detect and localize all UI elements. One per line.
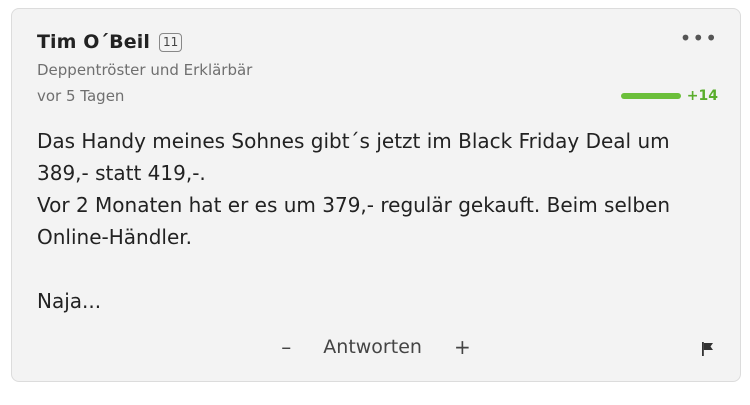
flag-icon[interactable] [700, 341, 716, 361]
vote-bar [620, 93, 681, 99]
author-title: Deppentröster und Erklärbär [37, 61, 253, 79]
reply-button[interactable]: Antworten [323, 336, 422, 358]
message-line: Vor 2 Monaten hat er es um 379,- regulär… [37, 193, 670, 217]
vote-indicator: +14 [620, 88, 718, 104]
message-line: Naja... [37, 289, 102, 313]
message-line: Das Handy meines Sohnes gibt´s jetzt im … [37, 129, 670, 153]
author-name[interactable]: Tim O´Beil [37, 31, 150, 53]
upvote-button[interactable]: + [446, 335, 479, 359]
message-line: 389,- statt 419,-. [37, 161, 206, 185]
comment-card: Tim O´Beil 11 ••• Deppentröster und Erkl… [11, 8, 741, 382]
level-badge: 11 [158, 32, 183, 52]
comment-text: Das Handy meines Sohnes gibt´s jetzt im … [37, 125, 727, 317]
comment-actions: – Antworten + [12, 335, 740, 359]
timestamp: vor 5 Tagen [37, 87, 125, 105]
vote-count: +14 [686, 88, 718, 104]
message-line: Online-Händler. [37, 225, 192, 249]
author-row: Tim O´Beil 11 [37, 31, 183, 53]
downvote-button[interactable]: – [273, 335, 299, 359]
more-options-icon[interactable]: ••• [680, 28, 718, 48]
